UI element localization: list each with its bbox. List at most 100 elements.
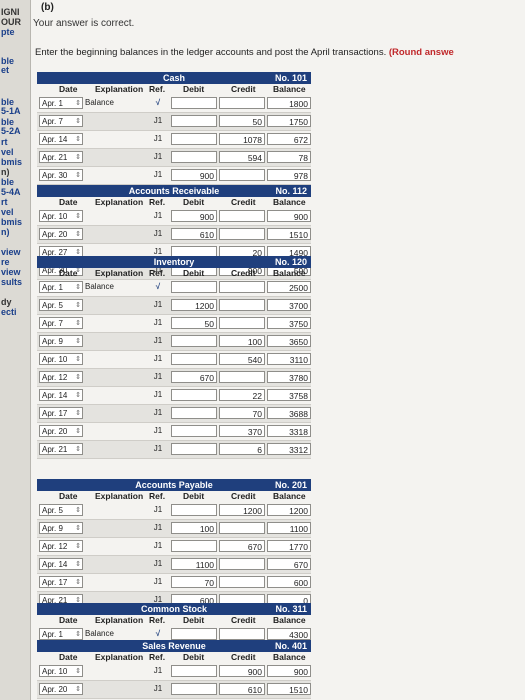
debit-input[interactable] (171, 281, 217, 293)
balance-input[interactable]: 3110 (267, 353, 311, 365)
balance-input[interactable]: 1750 (267, 115, 311, 127)
credit-input[interactable]: 22 (219, 389, 265, 401)
date-select[interactable]: Apr. 5 ⇕ (39, 504, 83, 516)
balance-input[interactable]: 900 (267, 210, 311, 222)
debit-input[interactable] (171, 353, 217, 365)
nav-link[interactable]: et (1, 66, 9, 75)
nav-link[interactable]: n) (1, 228, 10, 237)
nav-link[interactable]: vel (1, 208, 14, 217)
date-select[interactable]: Apr. 7 ⇕ (39, 317, 83, 329)
debit-input[interactable]: 1100 (171, 558, 217, 570)
stepper-arrows-icon[interactable]: ⇕ (75, 318, 81, 330)
date-select[interactable]: Apr. 20 ⇕ (39, 228, 83, 240)
credit-input[interactable]: 6 (219, 443, 265, 455)
balance-input[interactable]: 900 (267, 665, 311, 677)
date-select[interactable]: Apr. 21 ⇕ (39, 443, 83, 455)
balance-input[interactable]: 3312 (267, 443, 311, 455)
date-select[interactable]: Apr. 12 ⇕ (39, 371, 83, 383)
nav-link[interactable]: re (1, 258, 10, 267)
debit-input[interactable]: 900 (171, 210, 217, 222)
debit-input[interactable] (171, 425, 217, 437)
stepper-arrows-icon[interactable]: ⇕ (75, 152, 81, 164)
balance-input[interactable]: 3688 (267, 407, 311, 419)
nav-link[interactable]: IGNI (1, 8, 20, 17)
date-select[interactable]: Apr. 21 ⇕ (39, 151, 83, 163)
nav-link[interactable]: bmis (1, 218, 22, 227)
stepper-arrows-icon[interactable]: ⇕ (75, 300, 81, 312)
stepper-arrows-icon[interactable]: ⇕ (75, 577, 81, 589)
debit-input[interactable]: 670 (171, 371, 217, 383)
nav-link[interactable]: rt (1, 198, 8, 207)
nav-link[interactable]: 5-2A (1, 127, 21, 136)
credit-input[interactable] (219, 628, 265, 640)
credit-input[interactable] (219, 522, 265, 534)
nav-link[interactable]: view (1, 248, 21, 257)
balance-input[interactable]: 2500 (267, 281, 311, 293)
debit-input[interactable] (171, 443, 217, 455)
debit-input[interactable] (171, 389, 217, 401)
stepper-arrows-icon[interactable]: ⇕ (75, 684, 81, 696)
nav-link[interactable]: ecti (1, 308, 17, 317)
stepper-arrows-icon[interactable]: ⇕ (75, 282, 81, 294)
date-select[interactable]: Apr. 9 ⇕ (39, 522, 83, 534)
debit-input[interactable]: 70 (171, 576, 217, 588)
stepper-arrows-icon[interactable]: ⇕ (75, 372, 81, 384)
nav-link[interactable]: bmis (1, 158, 22, 167)
date-select[interactable]: Apr. 12 ⇕ (39, 540, 83, 552)
balance-input[interactable]: 3650 (267, 335, 311, 347)
date-select[interactable]: Apr. 1 ⇕ (39, 628, 83, 640)
date-select[interactable]: Apr. 20 ⇕ (39, 425, 83, 437)
debit-input[interactable] (171, 628, 217, 640)
nav-link[interactable]: 5-1A (1, 107, 21, 116)
credit-input[interactable]: 50 (219, 115, 265, 127)
stepper-arrows-icon[interactable]: ⇕ (75, 211, 81, 223)
balance-input[interactable]: 3700 (267, 299, 311, 311)
balance-input[interactable]: 1800 (267, 97, 311, 109)
stepper-arrows-icon[interactable]: ⇕ (75, 426, 81, 438)
credit-input[interactable]: 670 (219, 540, 265, 552)
nav-link[interactable]: rt (1, 138, 8, 147)
date-select[interactable]: Apr. 10 ⇕ (39, 665, 83, 677)
credit-input[interactable] (219, 299, 265, 311)
credit-input[interactable]: 70 (219, 407, 265, 419)
balance-input[interactable]: 3780 (267, 371, 311, 383)
nav-link[interactable]: n) (1, 168, 10, 177)
balance-input[interactable]: 978 (267, 169, 311, 181)
stepper-arrows-icon[interactable]: ⇕ (75, 666, 81, 678)
nav-link[interactable]: dy (1, 298, 12, 307)
debit-input[interactable] (171, 540, 217, 552)
stepper-arrows-icon[interactable]: ⇕ (75, 505, 81, 517)
stepper-arrows-icon[interactable]: ⇕ (75, 390, 81, 402)
credit-input[interactable] (219, 558, 265, 570)
date-select[interactable]: Apr. 10 ⇕ (39, 353, 83, 365)
nav-link[interactable]: pte (1, 28, 15, 37)
date-select[interactable]: Apr. 30 ⇕ (39, 169, 83, 181)
debit-input[interactable] (171, 665, 217, 677)
credit-input[interactable]: 540 (219, 353, 265, 365)
credit-input[interactable] (219, 210, 265, 222)
debit-input[interactable]: 50 (171, 317, 217, 329)
stepper-arrows-icon[interactable]: ⇕ (75, 523, 81, 535)
debit-input[interactable] (171, 407, 217, 419)
stepper-arrows-icon[interactable]: ⇕ (75, 170, 81, 182)
credit-input[interactable]: 594 (219, 151, 265, 163)
credit-input[interactable]: 100 (219, 335, 265, 347)
nav-link[interactable]: OUR (1, 18, 21, 27)
balance-input[interactable]: 4300 (267, 628, 311, 640)
balance-input[interactable]: 1100 (267, 522, 311, 534)
date-select[interactable]: Apr. 10 ⇕ (39, 210, 83, 222)
date-select[interactable]: Apr. 7 ⇕ (39, 115, 83, 127)
date-select[interactable]: Apr. 20 ⇕ (39, 683, 83, 695)
date-select[interactable]: Apr. 14 ⇕ (39, 133, 83, 145)
balance-input[interactable]: 672 (267, 133, 311, 145)
stepper-arrows-icon[interactable]: ⇕ (75, 336, 81, 348)
credit-input[interactable]: 610 (219, 683, 265, 695)
debit-input[interactable]: 100 (171, 522, 217, 534)
balance-input[interactable]: 1200 (267, 504, 311, 516)
date-select[interactable]: Apr. 14 ⇕ (39, 389, 83, 401)
balance-input[interactable]: 3750 (267, 317, 311, 329)
stepper-arrows-icon[interactable]: ⇕ (75, 98, 81, 110)
stepper-arrows-icon[interactable]: ⇕ (75, 134, 81, 146)
debit-input[interactable] (171, 683, 217, 695)
balance-input[interactable]: 3318 (267, 425, 311, 437)
